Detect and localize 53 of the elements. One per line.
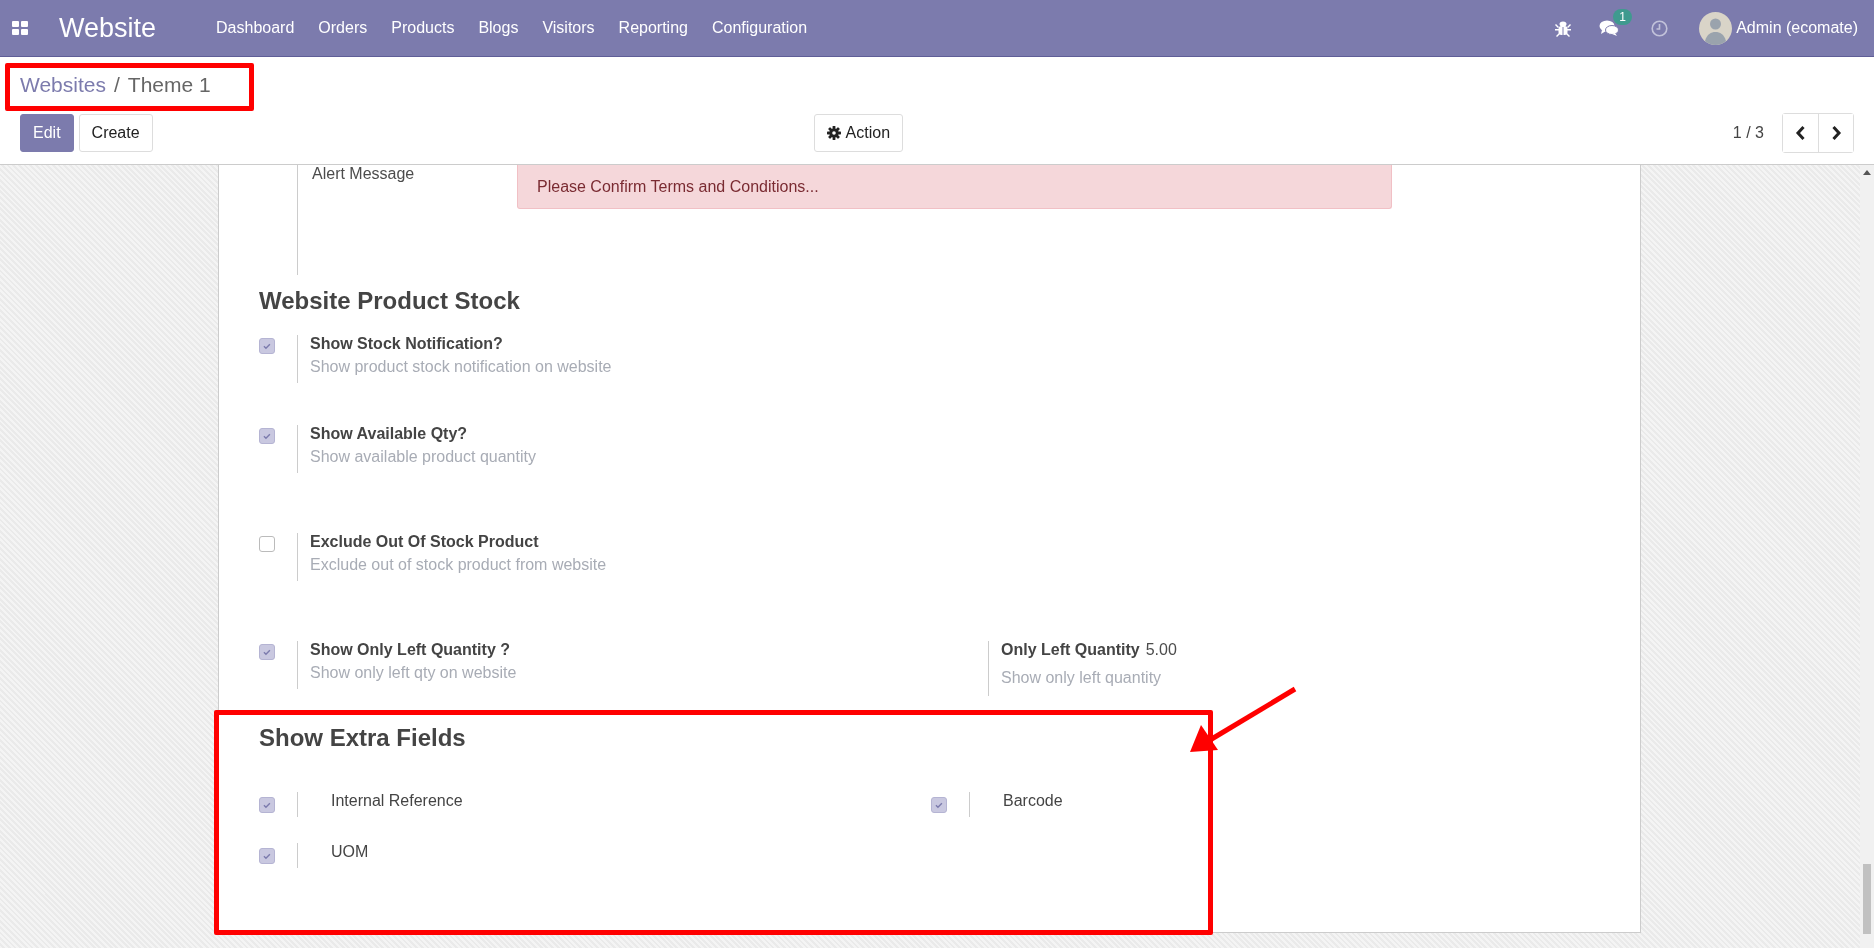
setting-description: Show product stock notification on website [310, 358, 613, 376]
alert-message-box: Please Confirm Terms and Conditions... [517, 165, 1392, 209]
field-label: Alert Message [311, 165, 416, 183]
breadcrumb-link[interactable]: Websites [20, 73, 106, 97]
checkbox[interactable] [259, 797, 275, 813]
section-heading: Show Extra Fields [259, 724, 467, 752]
setting-title: Show Stock Notification? [310, 335, 504, 353]
field-value: 5.00 [1145, 641, 1177, 659]
checkbox[interactable] [259, 848, 275, 864]
menu-item[interactable]: Products [379, 19, 467, 37]
chat-icon[interactable] [1599, 19, 1620, 37]
menu-item[interactable]: Configuration [699, 19, 820, 37]
edit-button[interactable]: Edit [20, 114, 74, 152]
field-label: UOM [297, 843, 931, 868]
breadcrumb-separator: / [114, 73, 120, 97]
menu-item[interactable]: Blogs [466, 19, 531, 37]
chevron-left-icon [1795, 125, 1806, 141]
settings-icon [826, 126, 841, 140]
checkbox[interactable] [931, 797, 947, 813]
field-label: Only Left Quantity [1001, 641, 1140, 659]
breadcrumb-current: Theme 1 [127, 73, 211, 97]
menu-item[interactable]: Dashboard [204, 19, 307, 37]
chevron-right-icon [1830, 125, 1842, 141]
bug-icon[interactable] [1555, 19, 1572, 37]
menu-item[interactable]: Orders [306, 19, 380, 37]
clock-icon[interactable] [1651, 19, 1669, 37]
scrollbar[interactable] [1860, 165, 1874, 948]
checkbox[interactable] [259, 338, 275, 354]
app-title: Website [59, 12, 157, 44]
scroll-up-arrow-icon[interactable] [1863, 169, 1871, 175]
setting-title: Show Available Qty? [310, 425, 469, 443]
checkbox[interactable] [259, 644, 275, 660]
setting-title: Exclude Out Of Stock Product [310, 533, 540, 551]
apps-grid-icon[interactable] [12, 21, 28, 35]
scrollbar-thumb[interactable] [1863, 864, 1871, 934]
setting-description: Exclude out of stock product from website [310, 556, 608, 574]
next-button[interactable] [1818, 114, 1853, 152]
message-count-badge: 1 [1613, 8, 1632, 25]
checkbox[interactable] [259, 428, 275, 444]
checkbox[interactable] [259, 536, 275, 552]
section-heading: Website Product Stock [259, 287, 521, 315]
action-button[interactable]: Action [813, 114, 904, 152]
setting-description: Show only left qty on website [310, 664, 518, 682]
user-name[interactable]: Admin (ecomate) [1736, 19, 1858, 37]
menu-item[interactable]: Reporting [606, 19, 700, 37]
menu-item[interactable]: Visitors [530, 19, 607, 37]
pager-counter: 1 / 3 [1732, 124, 1764, 142]
setting-description: Show available product quantity [310, 448, 537, 466]
avatar-icon[interactable] [1699, 11, 1733, 45]
field-label: Barcode [969, 792, 1600, 817]
create-button[interactable]: Create [78, 114, 153, 152]
field-description: Show only left quantity [1001, 669, 1163, 687]
setting-title: Show Only Left Quantity ? [310, 641, 511, 659]
